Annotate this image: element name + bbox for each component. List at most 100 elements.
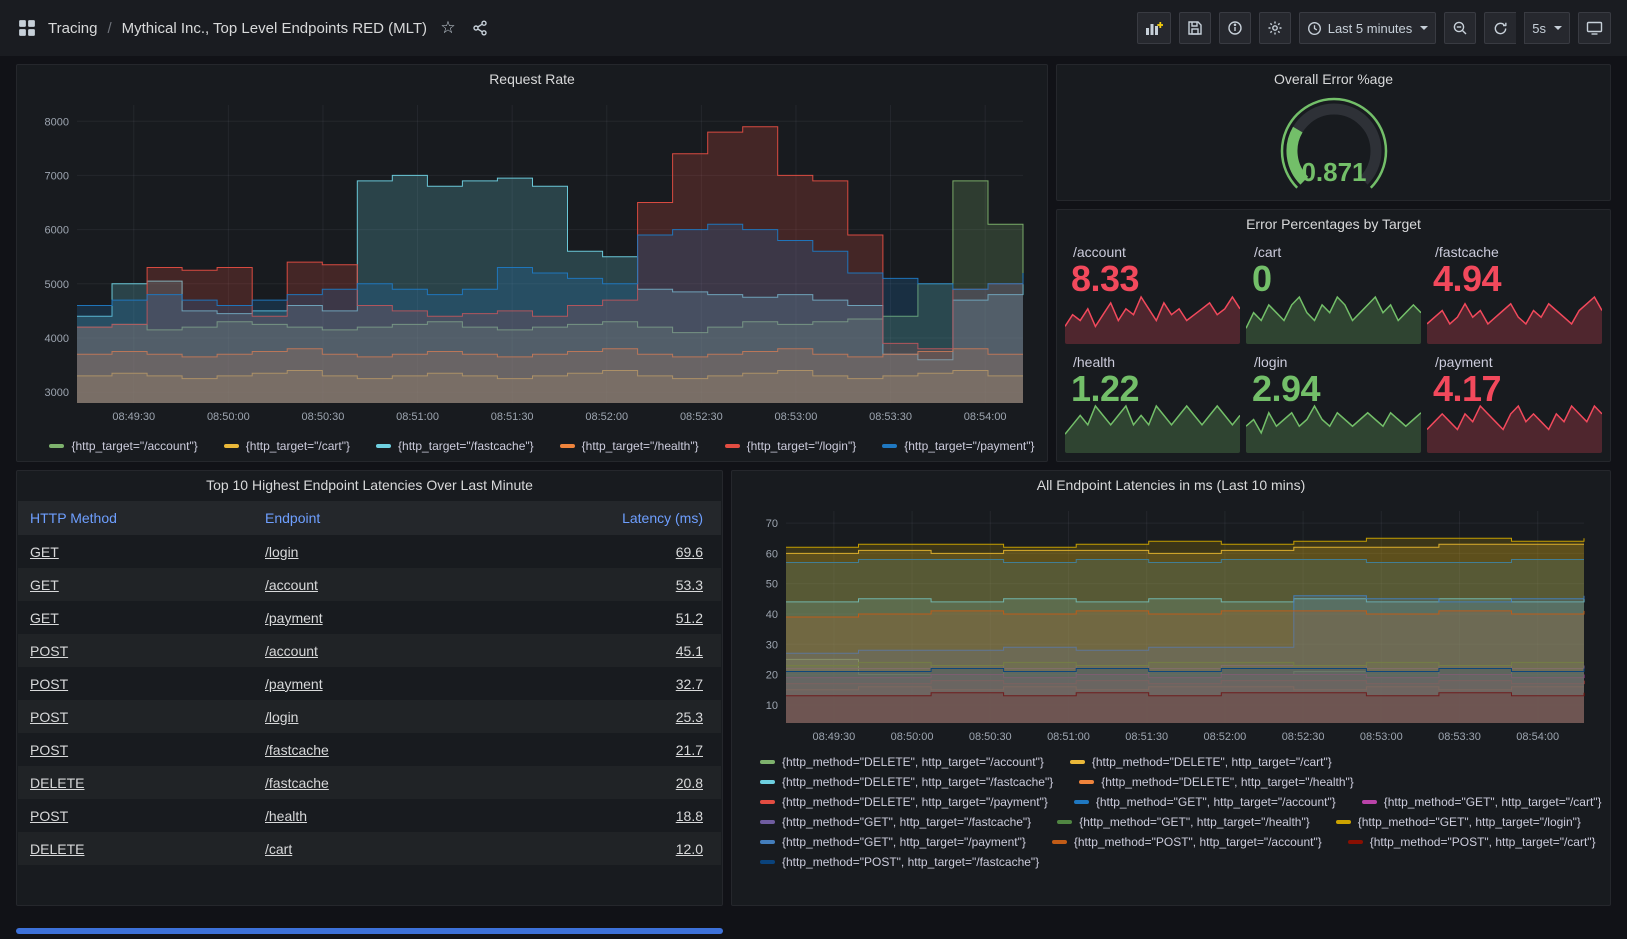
table-row: POST/health 18.8: [18, 799, 721, 832]
legend-series-marker: [760, 820, 775, 824]
legend-series-label: {http_method="GET", http_target="/paymen…: [782, 835, 1026, 849]
legend-item[interactable]: {http_method="DELETE", http_target="/fas…: [760, 775, 1053, 789]
stat-value: 4.94: [1433, 258, 1501, 300]
add-panel-button[interactable]: [1137, 12, 1171, 44]
table-cell-link[interactable]: /payment: [265, 676, 323, 692]
tv-mode-button[interactable]: [1578, 12, 1611, 44]
legend-item[interactable]: {http_method="POST", http_target="/fastc…: [760, 855, 1039, 869]
table-cell: DELETE: [18, 766, 253, 799]
table-row: POST/payment 32.7: [18, 667, 721, 700]
table-column-header[interactable]: Endpoint: [253, 501, 485, 535]
save-dashboard-button[interactable]: [1179, 12, 1211, 44]
legend-item[interactable]: {http_method="DELETE", http_target="/hea…: [1079, 775, 1354, 789]
legend-item[interactable]: {http_target="/cart"}: [224, 439, 350, 453]
table-cell-link[interactable]: POST: [30, 676, 68, 692]
legend-item[interactable]: {http_method="GET", http_target="/health…: [1057, 815, 1310, 829]
legend-item[interactable]: {http_method="GET", http_target="/accoun…: [1074, 795, 1336, 809]
legend-item[interactable]: {http_method="GET", http_target="/login"…: [1336, 815, 1581, 829]
table-cell-link[interactable]: 51.2: [676, 610, 703, 626]
table-row: POST/fastcache 21.7: [18, 733, 721, 766]
legend-item[interactable]: {http_method="GET", http_target="/cart"}: [1362, 795, 1602, 809]
table-cell: /fastcache: [253, 766, 485, 799]
legend-series-marker: [760, 800, 775, 804]
refresh-interval-dropdown[interactable]: 5s: [1524, 12, 1570, 44]
breadcrumb-separator: /: [107, 20, 111, 37]
table-cell-link[interactable]: DELETE: [30, 841, 84, 857]
svg-text:70: 70: [766, 518, 778, 530]
dashboard-settings-button[interactable]: [1259, 12, 1291, 44]
refresh-button[interactable]: [1484, 12, 1516, 44]
star-icon[interactable]: ☆: [437, 17, 459, 39]
panel-title[interactable]: Overall Error %age: [1057, 65, 1610, 93]
table-cell-link[interactable]: POST: [30, 742, 68, 758]
legend-item[interactable]: {http_target="/account"}: [49, 439, 197, 453]
table-cell-link[interactable]: DELETE: [30, 775, 84, 791]
table-cell-link[interactable]: /fastcache: [265, 742, 329, 758]
time-range-picker[interactable]: Last 5 minutes: [1299, 12, 1437, 44]
table-cell-link[interactable]: POST: [30, 643, 68, 659]
panel-title[interactable]: Top 10 Highest Endpoint Latencies Over L…: [17, 471, 722, 499]
table-cell-link[interactable]: /health: [265, 808, 307, 824]
legend-series-label: {http_method="GET", http_target="/login"…: [1358, 815, 1581, 829]
table-cell-link[interactable]: /login: [265, 544, 298, 560]
table-cell-link[interactable]: /cart: [265, 841, 292, 857]
legend-item[interactable]: {http_target="/health"}: [560, 439, 699, 453]
horizontal-scrollbar[interactable]: [16, 928, 723, 934]
legend-item[interactable]: {http_method="DELETE", http_target="/acc…: [760, 755, 1044, 769]
legend-item[interactable]: {http_method="POST", http_target="/accou…: [1052, 835, 1322, 849]
svg-text:08:53:00: 08:53:00: [1360, 731, 1403, 743]
panel-request-rate: Request Rate 30004000500060007000800008:…: [16, 64, 1048, 462]
table-cell-link[interactable]: 18.8: [676, 808, 703, 824]
breadcrumb-section[interactable]: Tracing: [48, 20, 97, 37]
svg-text:5000: 5000: [45, 279, 69, 291]
share-icon[interactable]: [469, 17, 491, 39]
legend-item[interactable]: {http_method="GET", http_target="/fastca…: [760, 815, 1031, 829]
panel-title[interactable]: All Endpoint Latencies in ms (Last 10 mi…: [732, 471, 1610, 499]
table-row: GET/payment 51.2: [18, 601, 721, 634]
table-cell-link[interactable]: /login: [265, 709, 298, 725]
table-cell: DELETE: [18, 832, 253, 865]
table-cell-link[interactable]: 21.7: [676, 742, 703, 758]
table-cell-link[interactable]: /payment: [265, 610, 323, 626]
table-cell-link[interactable]: 69.6: [676, 544, 703, 560]
table-cell-link[interactable]: 20.8: [676, 775, 703, 791]
legend-item[interactable]: {http_method="GET", http_target="/paymen…: [760, 835, 1026, 849]
legend-item[interactable]: {http_target="/fastcache"}: [376, 439, 534, 453]
svg-text:7000: 7000: [45, 170, 69, 182]
table-cell-link[interactable]: GET: [30, 544, 59, 560]
all-latencies-chart[interactable]: 1020304050607008:49:3008:50:0008:50:3008…: [740, 499, 1602, 751]
table-cell-link[interactable]: 45.1: [676, 643, 703, 659]
table-cell-link[interactable]: POST: [30, 808, 68, 824]
zoom-out-button[interactable]: [1444, 12, 1476, 44]
table-row: POST/login 25.3: [18, 700, 721, 733]
table-row: POST/account 45.1: [18, 634, 721, 667]
panel-title[interactable]: Request Rate: [17, 65, 1047, 93]
table-cell-link[interactable]: /account: [265, 643, 318, 659]
table-cell-link[interactable]: POST: [30, 709, 68, 725]
table-cell-link[interactable]: /account: [265, 577, 318, 593]
table-cell-link[interactable]: GET: [30, 610, 59, 626]
table-cell: /account: [253, 568, 485, 601]
dashboard-insights-button[interactable]: [1219, 12, 1251, 44]
table-cell-link[interactable]: 32.7: [676, 676, 703, 692]
table-cell-link[interactable]: GET: [30, 577, 59, 593]
request-rate-chart[interactable]: 30004000500060007000800008:49:3008:50:00…: [25, 93, 1039, 431]
table-cell-link[interactable]: 12.0: [676, 841, 703, 857]
legend-series-marker: [760, 780, 775, 784]
table-cell-link[interactable]: 25.3: [676, 709, 703, 725]
legend-item[interactable]: {http_method="DELETE", http_target="/car…: [1070, 755, 1332, 769]
legend-series-marker: [1052, 840, 1067, 844]
panel-title[interactable]: Error Percentages by Target: [1057, 210, 1610, 238]
svg-text:08:51:30: 08:51:30: [491, 411, 534, 423]
table-column-header[interactable]: HTTP Method: [18, 501, 253, 535]
stat-panel: /account8.33: [1065, 240, 1240, 344]
legend-item[interactable]: {http_method="DELETE", http_target="/pay…: [760, 795, 1048, 809]
legend-item[interactable]: {http_target="/login"}: [725, 439, 857, 453]
svg-text:08:50:30: 08:50:30: [302, 411, 345, 423]
apps-grid-icon[interactable]: [16, 17, 38, 39]
legend-item[interactable]: {http_method="POST", http_target="/cart"…: [1348, 835, 1596, 849]
legend-item[interactable]: {http_target="/payment"}: [882, 439, 1034, 453]
table-cell-link[interactable]: /fastcache: [265, 775, 329, 791]
table-column-header[interactable]: Latency (ms): [485, 501, 721, 535]
table-cell-link[interactable]: 53.3: [676, 577, 703, 593]
